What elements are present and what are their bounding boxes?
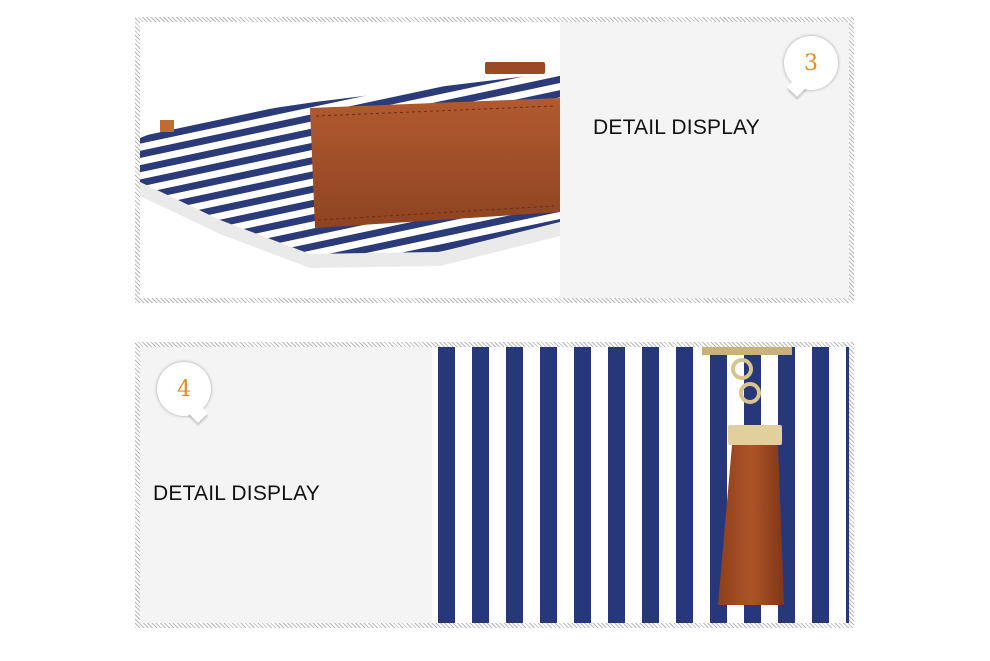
step-number-bubble-4: 4 [157,362,211,416]
detail-caption-3: DETAIL DISPLAY [593,116,760,139]
bag-bottom-photo [140,22,560,298]
step-number-bubble-3: 3 [784,36,838,90]
zipper-pull-illustration [432,347,849,623]
detail-panel-3: 3 DETAIL DISPLAY [135,17,854,303]
detail-caption-4: DETAIL DISPLAY [153,482,320,505]
detail-panel-3-inner: 3 DETAIL DISPLAY [140,22,849,298]
step-number-4: 4 [177,376,191,402]
zipper-pull-photo [432,347,849,623]
step-number-3: 3 [804,50,818,76]
bag-bottom-illustration [140,62,560,268]
detail-panel-4: 4 DETAIL DISPLAY [135,342,854,628]
detail-panel-4-inner: 4 DETAIL DISPLAY [140,347,849,623]
